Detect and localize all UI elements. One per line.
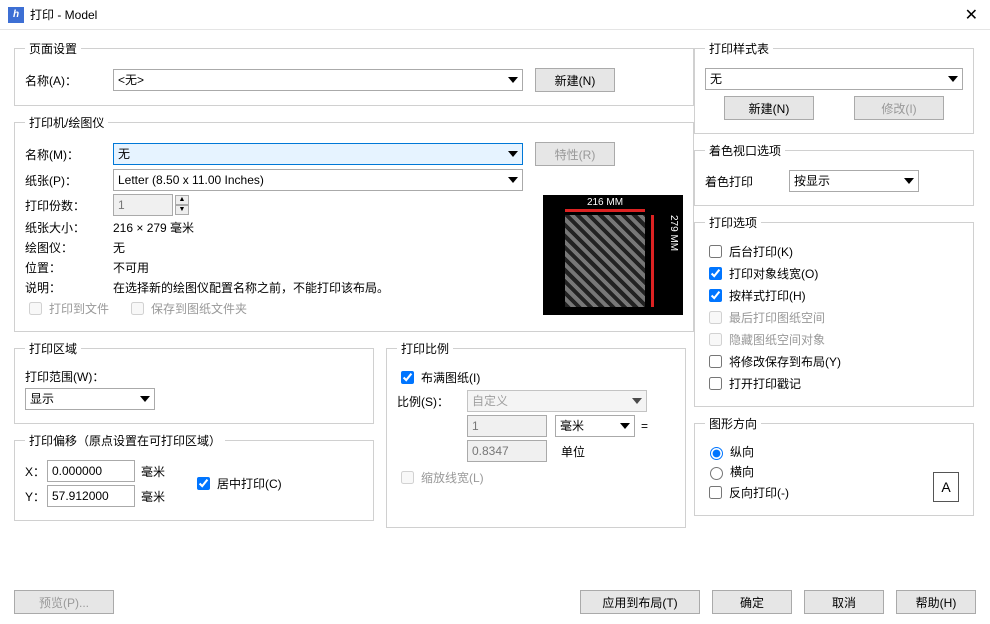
orientation-legend: 图形方向: [705, 415, 761, 432]
title-bar: h 打印 - Model ✕: [0, 0, 990, 30]
printer-name-select[interactable]: 无: [113, 143, 523, 165]
opt-bg-checkbox[interactable]: 后台打印(K): [705, 242, 793, 261]
offset-x-input[interactable]: [47, 460, 135, 482]
where-value: 不可用: [113, 259, 149, 276]
plot-what-select[interactable]: 显示: [25, 388, 155, 410]
viewport-legend: 着色视口选项: [705, 142, 785, 159]
desc-label: 说明：: [25, 279, 113, 296]
opt-hidepaper-checkbox: 隐藏图纸空间对象: [705, 330, 825, 349]
page-setup-legend: 页面设置: [25, 40, 81, 57]
plot-area-legend: 打印区域: [25, 340, 81, 357]
scale-lw-checkbox: 缩放线宽(L): [397, 468, 484, 487]
opt-paperlast-checkbox: 最后打印图纸空间: [705, 308, 825, 327]
opt-lw-checkbox[interactable]: 打印对象线宽(O): [705, 264, 818, 283]
pagesetup-new-button[interactable]: 新建(N): [535, 68, 615, 92]
plotter-label: 绘图仪：: [25, 239, 113, 256]
plot-scale-legend: 打印比例: [397, 340, 453, 357]
printer-legend: 打印机/绘图仪: [25, 114, 108, 131]
scale-select: 自定义: [467, 390, 647, 412]
offset-y-unit: 毫米: [141, 488, 165, 505]
preview-width-dim: 216 MM: [565, 197, 645, 208]
copies-input: [113, 194, 173, 216]
help-button[interactable]: 帮助(H): [896, 590, 976, 614]
pagesetup-name-select[interactable]: <无>: [113, 69, 523, 91]
style-table-select[interactable]: 无: [705, 68, 963, 90]
plot-scale-group: 打印比例 布满图纸(I) 比例(S)： 自定义 毫米 =: [386, 340, 686, 528]
opt-stamp-checkbox[interactable]: 打开打印戳记: [705, 374, 801, 393]
preview-height-dim: 279 MM: [667, 215, 679, 251]
plot-area-group: 打印区域 打印范围(W)： 显示: [14, 340, 374, 424]
plotter-value: 无: [113, 239, 125, 256]
portrait-radio[interactable]: 纵向: [705, 443, 754, 460]
offset-x-label: X：: [25, 463, 47, 480]
copies-label: 打印份数：: [25, 197, 113, 214]
center-plot-checkbox[interactable]: 居中打印(C): [193, 474, 282, 493]
apply-layout-button[interactable]: 应用到布局(T): [580, 590, 700, 614]
opt-styles-checkbox[interactable]: 按样式打印(H): [705, 286, 806, 305]
desc-value: 在选择新的绘图仪配置名称之前，不能打印该布局。: [113, 279, 389, 296]
upside-checkbox[interactable]: 反向打印(-): [705, 483, 789, 502]
copies-spinner[interactable]: ▲▼: [175, 195, 189, 215]
printer-props-button: 特性(R): [535, 142, 615, 166]
pagesetup-name-label: 名称(A)：: [25, 72, 113, 89]
shade-select[interactable]: 按显示: [789, 170, 919, 192]
dialog-button-bar: 预览(P)... 应用到布局(T) 确定 取消 帮助(H): [14, 590, 976, 614]
paper-preview: 216 MM 279 MM: [543, 195, 683, 315]
window-title: 打印 - Model: [30, 6, 97, 23]
landscape-radio[interactable]: 横向: [705, 463, 754, 480]
printer-group: 打印机/绘图仪 名称(M)： 无 特性(R) 纸张(P)： Letter (8.…: [14, 114, 694, 332]
print-options-group: 打印选项 后台打印(K) 打印对象线宽(O) 按样式打印(H) 最后打印图纸空间…: [694, 214, 974, 407]
preview-button: 预览(P)...: [14, 590, 114, 614]
shade-label: 着色打印: [705, 173, 789, 190]
viewport-group: 着色视口选项 着色打印 按显示: [694, 142, 974, 206]
where-label: 位置：: [25, 259, 113, 276]
cancel-button[interactable]: 取消: [804, 590, 884, 614]
print-to-file-checkbox: 打印到文件: [25, 299, 109, 318]
papersize-label: 纸张大小：: [25, 219, 113, 236]
plot-offset-group: 打印偏移（原点设置在可打印区域） X： 毫米 Y： 毫米: [14, 432, 374, 521]
save-to-sheet-checkbox: 保存到图纸文件夹: [127, 299, 247, 318]
app-icon: h: [8, 7, 24, 23]
plot-offset-legend: 打印偏移（原点设置在可打印区域）: [25, 432, 225, 449]
offset-y-label: Y：: [25, 488, 47, 505]
scale-unit-select[interactable]: 毫米: [555, 415, 635, 437]
scale-num-input: [467, 415, 547, 437]
opt-savelayout-checkbox[interactable]: 将修改保存到布局(Y): [705, 352, 841, 371]
style-table-group: 打印样式表 无 新建(N) 修改(I): [694, 40, 974, 134]
offset-x-unit: 毫米: [141, 463, 165, 480]
orientation-group: 图形方向 纵向 横向 反向打印(-) A: [694, 415, 974, 516]
paper-label: 纸张(P)：: [25, 172, 113, 189]
scale-unit-label: 单位: [561, 443, 585, 460]
style-edit-button: 修改(I): [854, 96, 944, 120]
orientation-icon: A: [933, 472, 959, 502]
paper-select[interactable]: Letter (8.50 x 11.00 Inches): [113, 169, 523, 191]
printer-name-label: 名称(M)：: [25, 146, 113, 163]
scale-equals: =: [641, 419, 648, 433]
page-setup-group: 页面设置 名称(A)： <无> 新建(N): [14, 40, 694, 106]
close-icon[interactable]: ✕: [961, 5, 982, 25]
style-new-button[interactable]: 新建(N): [724, 96, 814, 120]
plot-what-label: 打印范围(W)：: [25, 368, 113, 385]
scale-denom-input: [467, 440, 547, 462]
offset-y-input[interactable]: [47, 485, 135, 507]
print-options-legend: 打印选项: [705, 214, 761, 231]
papersize-value: 216 × 279 毫米: [113, 219, 194, 236]
style-table-legend: 打印样式表: [705, 40, 773, 57]
fit-to-paper-checkbox[interactable]: 布满图纸(I): [397, 368, 480, 387]
scale-label: 比例(S)：: [397, 393, 467, 410]
ok-button[interactable]: 确定: [712, 590, 792, 614]
